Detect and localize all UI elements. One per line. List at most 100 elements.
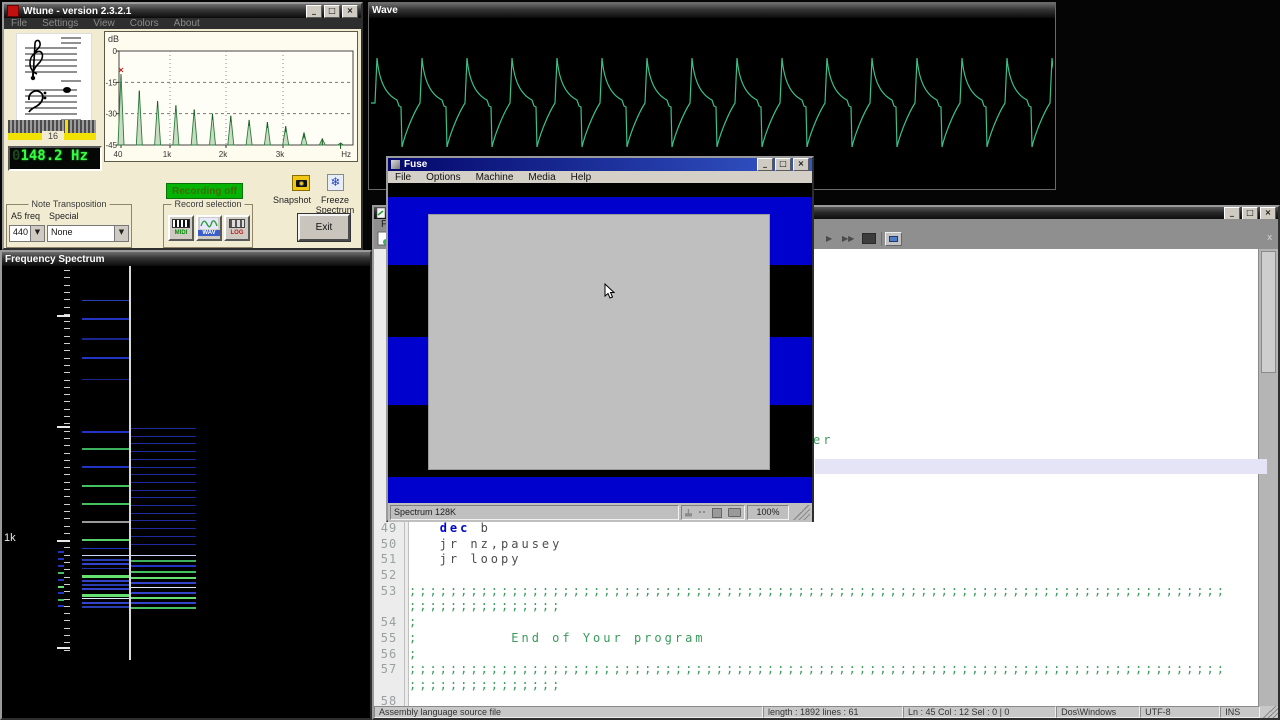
ruler-tick	[64, 599, 70, 600]
freeze-spectrum-label: FreezeSpectrum	[307, 195, 363, 215]
wtune-menu-item-colors[interactable]: Colors	[130, 18, 159, 29]
wtune-close-button[interactable]: ×	[342, 5, 358, 18]
code-line[interactable]: ;;;;;;;;;;;;;;;;;;;;;;;;;;;;;;;;;;;;;;;;…	[405, 662, 1227, 678]
ruler-major-tick	[57, 426, 70, 428]
code-line[interactable]: ;	[405, 647, 419, 663]
svg-text:1k: 1k	[163, 150, 172, 159]
run-all-icon[interactable]: ▶▶	[842, 234, 854, 243]
spectrogram-line	[131, 474, 196, 475]
spectrogram-line	[131, 467, 196, 468]
ruler-tick	[64, 277, 70, 278]
spectrogram-line	[82, 485, 129, 487]
emulator-display[interactable]	[388, 183, 812, 503]
spectrogram-line	[82, 575, 129, 578]
record-wav-button[interactable]: WAV	[196, 215, 222, 241]
fuse-menu-item-machine[interactable]: Machine	[476, 172, 514, 183]
stop-icon[interactable]	[862, 233, 876, 244]
record-midi-button[interactable]: MIDI	[168, 215, 194, 241]
ruler-tick	[64, 431, 70, 432]
spectrogram-line	[82, 548, 129, 549]
wtune-maximize-button[interactable]: □	[324, 5, 340, 18]
code-line[interactable]	[405, 568, 409, 584]
frequency-spectrum-title-bar[interactable]: Frequency Spectrum	[2, 252, 370, 266]
fuse-menu-item-help[interactable]: Help	[571, 172, 592, 183]
spectrogram-line	[131, 436, 196, 437]
record-log-button[interactable]: LOG	[224, 215, 250, 241]
ruler-tick	[64, 380, 70, 381]
code-line[interactable]: ;;;;;;;;;;;;;;;	[405, 678, 562, 694]
fuse-minimize-button[interactable]: _	[757, 158, 773, 171]
special-select[interactable]: None ▼	[47, 225, 129, 242]
wtune-title-bar[interactable]: Wtune - version 2.3.2.1 _ □ ×	[4, 4, 361, 18]
fuse-menu-item-options[interactable]: Options	[426, 172, 460, 183]
ruler-major-tick	[57, 540, 70, 542]
ruler-tick	[64, 650, 70, 651]
wtune-menu-item-file[interactable]: File	[11, 18, 27, 29]
code-line[interactable]: jr loopy	[405, 552, 521, 568]
code-line[interactable]: ;;;;;;;;;;;;;;;	[405, 599, 562, 615]
recording-toggle-button[interactable]: Recording off	[166, 183, 243, 199]
code-line[interactable]	[405, 694, 409, 706]
length-lines-status: length : 1892 lines : 61	[763, 706, 903, 718]
code-line[interactable]: dec b	[405, 521, 491, 537]
desktop: _ □ × File ▶ ▶▶ x er	[0, 0, 1280, 720]
comment-text: ;;;;;;;;;;;;;;;	[409, 678, 562, 692]
ruler-tick	[64, 416, 70, 417]
ruler-tick	[64, 387, 70, 388]
chevron-down-icon[interactable]: ▼	[114, 226, 128, 241]
fuse-menu-item-media[interactable]: Media	[528, 172, 555, 183]
fuse-maximize-button[interactable]: □	[775, 158, 791, 171]
wtune-menu-item-settings[interactable]: Settings	[42, 18, 78, 29]
a5-freq-select[interactable]: 440 ▼	[9, 225, 45, 242]
ruler-tick	[64, 423, 70, 424]
wtune-menu-item-about[interactable]: About	[174, 18, 200, 29]
eol-format-status: Dos\Windows	[1056, 706, 1140, 718]
resize-grip[interactable]	[1260, 706, 1278, 718]
fuse-close-button[interactable]: ×	[793, 158, 809, 171]
code-line[interactable]: ;	[405, 615, 419, 631]
ruler-tick	[64, 642, 70, 643]
special-label: Special	[49, 211, 79, 221]
code-line[interactable]: jr nz,pausey	[405, 537, 562, 553]
exit-button[interactable]: Exit	[298, 214, 350, 241]
keyword-text: dec	[440, 521, 471, 535]
waveform-icon	[200, 218, 218, 229]
ruler-tick	[64, 299, 70, 300]
machine-status: Spectrum 128K	[390, 505, 679, 520]
code-line[interactable]: ; End of Your program	[405, 631, 706, 647]
editor-close-button[interactable]: ×	[1260, 207, 1276, 220]
freeze-spectrum-button[interactable]: ❄	[327, 174, 344, 191]
editor-maximize-button[interactable]: □	[1242, 207, 1258, 220]
snapshot-button[interactable]	[292, 175, 310, 191]
editor-row: 53;;;;;;;;;;;;;;;;;;;;;;;;;;;;;;;;;;;;;;…	[374, 584, 1263, 600]
chevron-down-icon[interactable]: ▼	[30, 226, 44, 241]
note-transposition-group: Note Transposition A5 freq Special 440 ▼…	[6, 204, 132, 248]
spectrogram-line	[82, 448, 129, 450]
ruler-tick	[64, 504, 70, 505]
fuse-title-bar[interactable]: Fuse _ □ ×	[388, 158, 812, 171]
wtune-minimize-button[interactable]: _	[306, 5, 322, 18]
scrollbar-thumb[interactable]	[1261, 251, 1276, 373]
wave-title-bar[interactable]: Wave	[369, 3, 1055, 18]
spectrogram-line	[82, 521, 129, 523]
fuse-menu-item-file[interactable]: File	[395, 172, 411, 183]
editor-row: 50 jr nz,pausey	[374, 537, 1263, 553]
ruler-tick	[64, 533, 70, 534]
comment-text: ;;;;;;;;;;;;;;;;;;;;;;;;;;;;;;;;;;;;;;;;…	[409, 584, 1227, 598]
led-value: 148.2 Hz	[20, 148, 87, 164]
a5-freq-label: A5 freq	[11, 211, 40, 221]
run-icon[interactable]: ▶	[826, 234, 832, 243]
editor-minimize-button[interactable]: _	[1224, 207, 1240, 220]
view-icon[interactable]	[885, 232, 902, 246]
toolbar-close-icon[interactable]: x	[1267, 233, 1272, 243]
resize-grip[interactable]	[791, 505, 810, 520]
spectrogram-line	[131, 544, 196, 545]
ruler-tick	[64, 562, 70, 563]
comment-text: ;;;;;;;;;;;;;;;;;;;;;;;;;;;;;;;;;;;;;;;;…	[409, 662, 1227, 676]
wtune-app-icon	[7, 5, 19, 17]
record-selection-group: Record selection MIDI WAV LOG	[163, 204, 253, 248]
wtune-menu-item-view[interactable]: View	[93, 18, 115, 29]
spectrogram-dash	[58, 551, 64, 553]
ruler-tick	[64, 511, 70, 512]
code-line[interactable]: ;;;;;;;;;;;;;;;;;;;;;;;;;;;;;;;;;;;;;;;;…	[405, 584, 1227, 600]
